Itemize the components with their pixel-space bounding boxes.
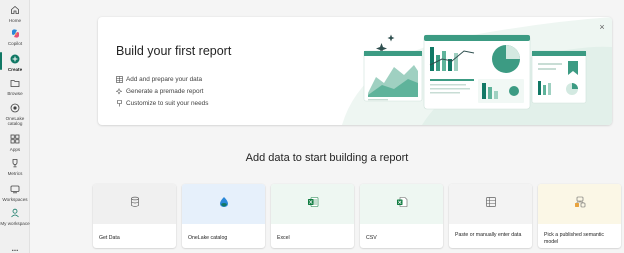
table-grid-icon — [485, 195, 497, 213]
tile-semantic-model[interactable]: Pick a published semantic model — [538, 184, 621, 248]
more-icon: ... — [11, 244, 19, 253]
onelake-icon — [218, 195, 230, 213]
nav-my-workspace-label: My workspace — [0, 221, 30, 226]
onelake-catalog-icon — [9, 102, 21, 114]
tile-onelake-catalog[interactable]: OneLake catalog — [182, 184, 265, 248]
table-icon — [115, 75, 123, 83]
section-title: Add data to start building a report — [245, 152, 409, 164]
nav-apps[interactable]: Apps — [0, 133, 30, 152]
person-icon — [9, 207, 21, 219]
hero-feature-label: Customize to suit your needs — [126, 99, 209, 107]
tile-label: CSV — [366, 235, 377, 241]
left-nav-rail: Home Copilot Create Browse OneLake catal… — [0, 0, 30, 253]
nav-copilot-label: Copilot — [7, 41, 23, 46]
nav-onelake-catalog[interactable]: OneLake catalog — [0, 102, 30, 126]
build-report-hero: Build your first report Add and prepare … — [98, 17, 612, 125]
home-icon — [9, 4, 21, 16]
tile-header — [271, 184, 354, 224]
sparkle-icon — [115, 87, 123, 95]
csv-icon — [396, 195, 408, 213]
tile-header — [93, 184, 176, 224]
tile-label: Excel — [277, 235, 290, 241]
tile-header — [182, 184, 265, 224]
nav-copilot[interactable]: Copilot — [0, 27, 30, 46]
tile-label: Get Data — [99, 235, 120, 241]
tile-label: Paste or manually enter data — [455, 232, 522, 238]
nav-browse-label: Browse — [7, 91, 23, 96]
tile-excel[interactable]: Excel — [271, 184, 354, 248]
nav-workspaces-label: Workspaces — [2, 197, 28, 202]
workspaces-icon — [9, 183, 21, 195]
hero-feature-item: Customize to suit your needs — [115, 97, 208, 109]
hero-feature-item: Generate a premade report — [115, 85, 208, 97]
tile-paste-data[interactable]: Paste or manually enter data — [449, 184, 532, 248]
hero-feature-label: Add and prepare your data — [126, 75, 203, 83]
nav-workspaces[interactable]: Workspaces — [0, 183, 30, 202]
nav-metrics-label: Metrics — [7, 171, 23, 176]
plus-circle-icon — [9, 53, 21, 65]
tile-label: OneLake catalog — [188, 235, 228, 241]
database-icon — [129, 195, 141, 213]
tile-label: Pick a published semantic model — [544, 232, 604, 245]
nav-browse[interactable]: Browse — [0, 77, 30, 96]
hero-title: Build your first report — [116, 44, 232, 58]
hero-feature-label: Generate a premade report — [126, 87, 204, 95]
report-illustration — [342, 17, 612, 125]
tile-csv[interactable]: CSV — [360, 184, 443, 248]
tile-get-data[interactable]: Get Data — [93, 184, 176, 248]
tile-header — [360, 184, 443, 224]
nav-home[interactable]: Home — [0, 4, 30, 23]
tile-header — [449, 184, 532, 224]
paintbrush-icon — [115, 99, 123, 107]
excel-icon — [307, 195, 319, 213]
nav-create[interactable]: Create — [0, 53, 30, 72]
hero-feature-item: Add and prepare your data — [115, 73, 208, 85]
nav-onelake-catalog-label: OneLake catalog — [5, 116, 25, 126]
nav-more[interactable]: ... — [0, 244, 30, 253]
tile-header — [538, 184, 621, 224]
nav-create-label: Create — [7, 67, 23, 72]
copilot-icon — [9, 27, 21, 39]
hero-feature-list: Add and prepare your data Generate a pre… — [115, 73, 208, 109]
nav-my-workspace[interactable]: My workspace — [0, 207, 30, 226]
apps-icon — [9, 133, 21, 145]
folder-icon — [9, 77, 21, 89]
close-icon[interactable]: × — [598, 23, 606, 32]
semantic-model-icon — [574, 195, 586, 213]
nav-home-label: Home — [8, 18, 22, 23]
